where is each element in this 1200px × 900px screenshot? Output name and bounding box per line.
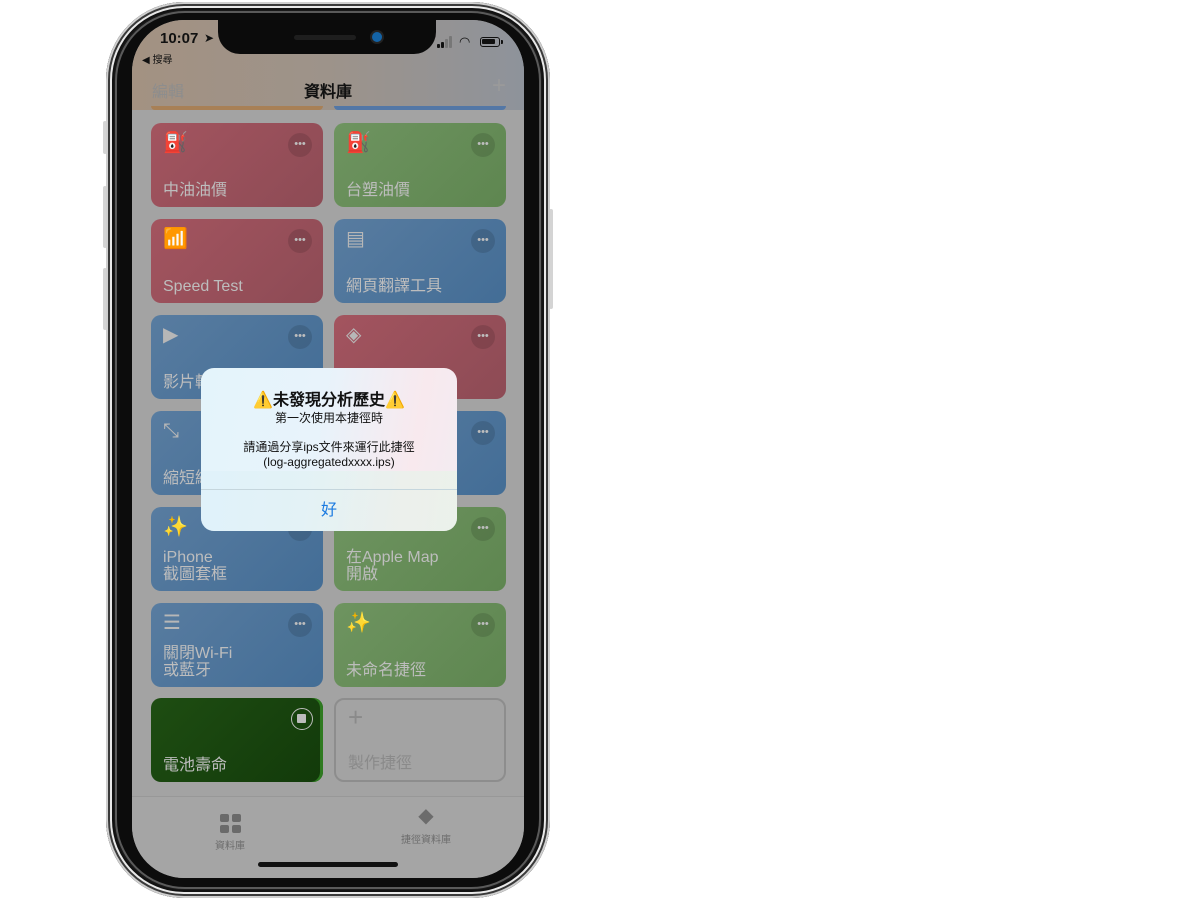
shortcut-tile[interactable]: ☰ ••• 關閉Wi-Fi 或藍牙 <box>151 603 323 687</box>
alert-subtitle: 第一次使用本捷徑時 <box>274 411 383 425</box>
more-options-icon[interactable]: ••• <box>288 325 312 349</box>
signal-icon <box>437 36 455 48</box>
video-clapper-icon: ▶ <box>163 324 179 346</box>
magic-wand-icon: ✨ <box>163 516 188 538</box>
shortcut-label: 關閉Wi-Fi 或藍牙 <box>163 645 233 679</box>
battery-icon <box>480 37 503 47</box>
compress-arrows-icon: ⤡ <box>163 420 179 442</box>
layers-icon: ◆ <box>418 805 434 827</box>
fuel-pump-icon: ⛽ <box>346 132 371 154</box>
back-to-app-link[interactable]: ◀ 搜尋 <box>142 51 172 66</box>
alert-dialog: ⚠️未發現分析歷史⚠️ 第一次使用本捷徑時 請通過分享ips文件來運行此捷徑 (… <box>201 368 457 531</box>
alert-title: ⚠️未發現分析歷史⚠️ <box>253 392 405 409</box>
shortcut-label: 台塑油價 <box>346 182 411 199</box>
shortcut-tile[interactable]: ✨ ••• 未命名捷徑 <box>334 603 506 687</box>
compass-icon: ◈ <box>346 324 362 346</box>
shortcut-label: 網頁翻譯工具 <box>346 278 443 295</box>
shortcut-tile[interactable]: ⛽ ••• 中油油價 <box>151 123 323 207</box>
more-options-icon[interactable]: ••• <box>471 517 495 541</box>
document-icon: ▤ <box>346 228 365 250</box>
clock: 10:07 <box>160 30 199 47</box>
tab-label: 捷徑資料庫 <box>401 835 451 846</box>
speaker <box>294 35 356 40</box>
stop-icon[interactable] <box>291 708 313 730</box>
shortcut-label: iPhone 截圖套框 <box>163 549 228 583</box>
more-options-icon[interactable]: ••• <box>471 229 495 253</box>
location-arrow-icon: ➤ <box>204 31 215 45</box>
ok-button[interactable]: 好 <box>201 490 457 531</box>
more-options-icon[interactable]: ••• <box>471 421 495 445</box>
shortcut-label: 未命名捷徑 <box>346 662 427 679</box>
more-options-icon[interactable]: ••• <box>288 133 312 157</box>
tab-label: 資料庫 <box>215 841 245 852</box>
shortcut-label: 在Apple Map 開啟 <box>346 549 439 583</box>
more-options-icon[interactable]: ••• <box>471 133 495 157</box>
front-camera <box>372 32 382 42</box>
alert-message: 請通過分享ips文件來運行此捷徑 (log-aggregatedxxxx.ips… <box>201 440 457 470</box>
add-shortcut-button[interactable]: + <box>492 72 506 100</box>
shortcut-label: 中油油價 <box>163 182 228 199</box>
shortcut-tile[interactable]: + 製作捷徑 <box>334 698 506 782</box>
wifi-icon: ◠ <box>459 34 471 49</box>
plus-icon: + <box>348 702 364 732</box>
more-options-icon[interactable]: ••• <box>471 613 495 637</box>
sliders-icon: ☰ <box>163 612 181 634</box>
grid-icon <box>219 814 241 833</box>
more-options-icon[interactable]: ••• <box>288 613 312 637</box>
shortcut-tile[interactable]: ⛽ ••• 台塑油價 <box>334 123 506 207</box>
tab-library[interactable]: 資料庫 <box>170 805 290 852</box>
shortcut-label: 電池壽命 <box>163 757 228 774</box>
more-options-icon[interactable]: ••• <box>471 325 495 349</box>
page-title: 資料庫 <box>303 84 352 101</box>
navigation-bar: 編輯 資料庫 + <box>132 72 524 108</box>
tab-gallery[interactable]: ◆ 捷徑資料庫 <box>366 805 486 846</box>
wifi-icon: 📶 <box>163 228 188 250</box>
shortcut-label: 製作捷徑 <box>348 755 413 772</box>
magic-wand-icon: ✨ <box>346 612 371 634</box>
fuel-pump-icon: ⛽ <box>163 132 188 154</box>
alert-message-line: (log-aggregatedxxxx.ips) <box>263 455 395 469</box>
shortcut-tile[interactable]: ▤ ••• 網頁翻譯工具 <box>334 219 506 303</box>
shortcut-tile[interactable]: 電池壽命 <box>151 698 323 782</box>
more-options-icon[interactable]: ••• <box>288 229 312 253</box>
alert-message-line: 請通過分享ips文件來運行此捷徑 <box>243 440 415 454</box>
shortcut-label: Speed Test <box>163 278 243 295</box>
notch <box>218 20 436 54</box>
home-indicator[interactable] <box>258 862 398 867</box>
shortcut-tile[interactable]: 📶 ••• Speed Test <box>151 219 323 303</box>
